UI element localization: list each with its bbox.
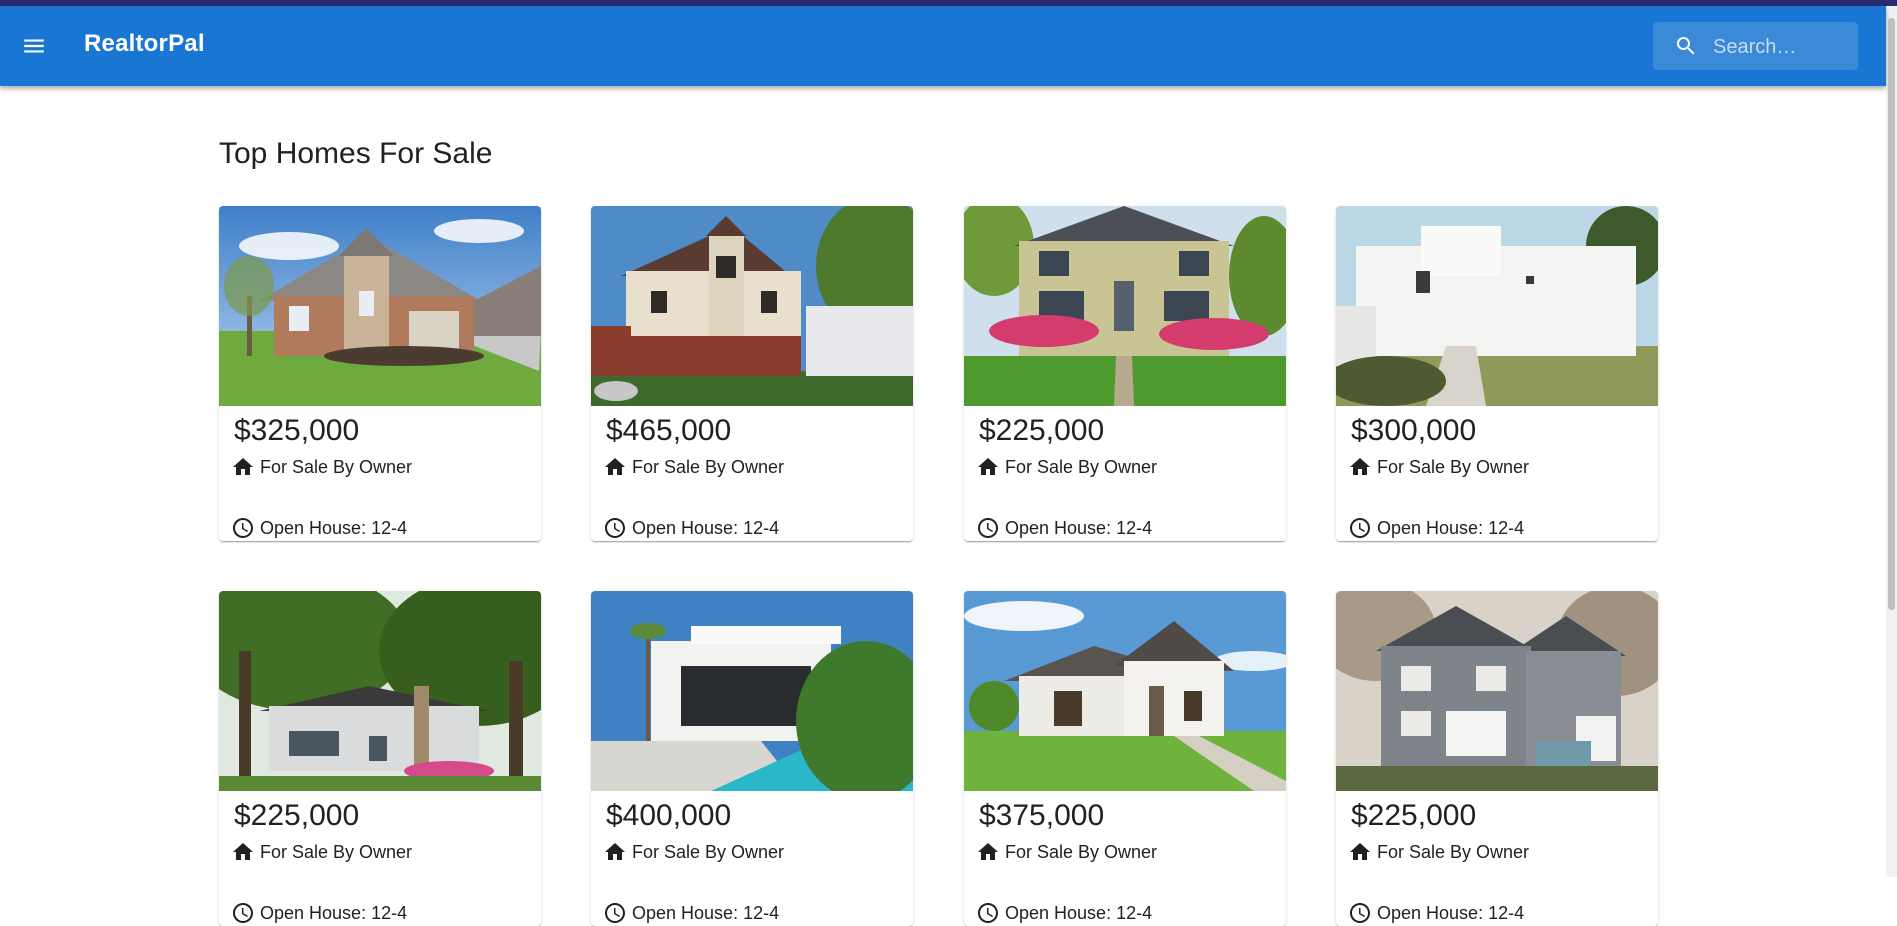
sale-type-row: For Sale By Owner: [231, 840, 412, 864]
open-house-label: Open House: 12-4: [1377, 902, 1525, 923]
clock-icon: [605, 518, 625, 538]
listing-price: $325,000: [234, 414, 360, 447]
clock-icon: [1350, 518, 1370, 538]
listing-card[interactable]: $325,000 For Sale By Owner Open House: 1…: [219, 206, 541, 541]
sale-type-label: For Sale By Owner: [260, 841, 413, 862]
listing-photo: [964, 206, 1286, 406]
sale-type-label: For Sale By Owner: [632, 841, 785, 862]
sale-type-label: For Sale By Owner: [1005, 456, 1158, 477]
listing-photo: [219, 591, 541, 791]
clock-icon: [233, 518, 253, 538]
open-house-row: Open House: 12-4: [603, 516, 779, 540]
search-icon: [1677, 37, 1695, 55]
listing-card[interactable]: $225,000 For Sale By Owner Open House: 1…: [219, 591, 541, 926]
menu-button[interactable]: [14, 28, 54, 64]
scrollbar-thumb[interactable]: [1888, 18, 1895, 610]
listing-price: $375,000: [979, 799, 1105, 832]
search-box[interactable]: [1653, 22, 1858, 72]
listing-card[interactable]: $400,000 For Sale By Owner Open House: 1…: [591, 591, 913, 926]
clock-icon: [978, 518, 998, 538]
app-title[interactable]: RealtorPal: [84, 30, 205, 58]
sale-type-row: For Sale By Owner: [603, 455, 784, 479]
sale-type-label: For Sale By Owner: [632, 456, 785, 477]
listing-price: $225,000: [979, 414, 1105, 447]
listing-photo: [964, 591, 1286, 791]
clock-icon: [605, 903, 625, 923]
open-house-label: Open House: 12-4: [1005, 517, 1153, 538]
home-icon: [233, 843, 253, 860]
open-house-label: Open House: 12-4: [632, 902, 780, 923]
open-house-label: Open House: 12-4: [260, 517, 408, 538]
listing-photo: [591, 591, 913, 791]
search-input[interactable]: [1711, 22, 1855, 72]
home-icon: [605, 458, 625, 475]
open-house-label: Open House: 12-4: [632, 517, 780, 538]
open-house-label: Open House: 12-4: [1005, 902, 1153, 923]
home-icon: [1350, 843, 1370, 860]
listing-photo: [591, 206, 913, 406]
open-house-row: Open House: 12-4: [231, 516, 407, 540]
open-house-label: Open House: 12-4: [1377, 517, 1525, 538]
sale-type-label: For Sale By Owner: [1377, 841, 1530, 862]
open-house-row: Open House: 12-4: [603, 901, 779, 925]
sale-type-row: For Sale By Owner: [603, 840, 784, 864]
open-house-label: Open House: 12-4: [260, 902, 408, 923]
home-icon: [978, 843, 998, 860]
page-title: Top Homes For Sale: [219, 137, 493, 170]
listing-card[interactable]: $225,000 For Sale By Owner Open House: 1…: [964, 206, 1286, 541]
home-icon: [605, 843, 625, 860]
clock-icon: [1350, 903, 1370, 923]
open-house-row: Open House: 12-4: [1348, 516, 1524, 540]
home-icon: [233, 458, 253, 475]
sale-type-label: For Sale By Owner: [260, 456, 413, 477]
sale-type-label: For Sale By Owner: [1377, 456, 1530, 477]
open-house-row: Open House: 12-4: [976, 901, 1152, 925]
listing-price: $300,000: [1351, 414, 1477, 447]
listing-photo: [219, 206, 541, 406]
sale-type-row: For Sale By Owner: [976, 455, 1157, 479]
home-icon: [1350, 458, 1370, 475]
listing-price: $225,000: [234, 799, 360, 832]
open-house-row: Open House: 12-4: [976, 516, 1152, 540]
listing-price: $465,000: [606, 414, 732, 447]
menu-icon: [24, 39, 44, 53]
open-house-row: Open House: 12-4: [231, 901, 407, 925]
sale-type-row: For Sale By Owner: [1348, 455, 1529, 479]
listing-card[interactable]: $375,000 For Sale By Owner Open House: 1…: [964, 591, 1286, 926]
listing-card[interactable]: $225,000 For Sale By Owner Open House: 1…: [1336, 591, 1658, 926]
listing-price: $225,000: [1351, 799, 1477, 832]
clock-icon: [978, 903, 998, 923]
home-icon: [978, 458, 998, 475]
listing-card[interactable]: $465,000 For Sale By Owner Open House: 1…: [591, 206, 913, 541]
listing-photo: [1336, 206, 1658, 406]
listing-card[interactable]: $300,000 For Sale By Owner Open House: 1…: [1336, 206, 1658, 541]
app-bar: RealtorPal: [0, 6, 1886, 86]
clock-icon: [233, 903, 253, 923]
listing-photo: [1336, 591, 1658, 791]
listing-price: $400,000: [606, 799, 732, 832]
sale-type-row: For Sale By Owner: [1348, 840, 1529, 864]
sale-type-row: For Sale By Owner: [231, 455, 412, 479]
sale-type-label: For Sale By Owner: [1005, 841, 1158, 862]
open-house-row: Open House: 12-4: [1348, 901, 1524, 925]
sale-type-row: For Sale By Owner: [976, 840, 1157, 864]
